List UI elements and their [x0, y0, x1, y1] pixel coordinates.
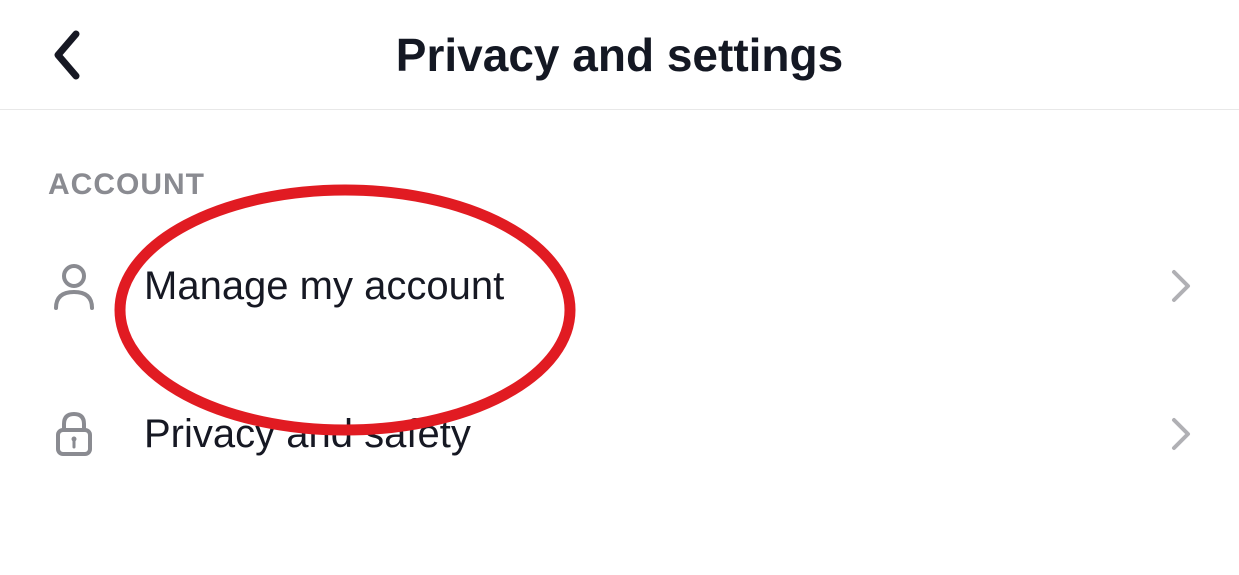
list-item-label: Privacy and safety [144, 412, 1171, 457]
back-button[interactable] [50, 30, 82, 80]
content: ACCOUNT Manage my account Privacy and sa… [0, 110, 1239, 470]
person-icon [48, 260, 100, 312]
chevron-right-icon [1171, 417, 1191, 451]
lock-icon [48, 408, 100, 460]
header: Privacy and settings [0, 0, 1239, 110]
list-item-label: Manage my account [144, 264, 1171, 309]
list-item-manage-account[interactable]: Manage my account [48, 250, 1191, 322]
page-title: Privacy and settings [40, 28, 1199, 82]
section-header-account: ACCOUNT [48, 168, 1191, 202]
list-item-privacy-safety[interactable]: Privacy and safety [48, 398, 1191, 470]
chevron-right-icon [1171, 269, 1191, 303]
chevron-left-icon [50, 30, 82, 80]
